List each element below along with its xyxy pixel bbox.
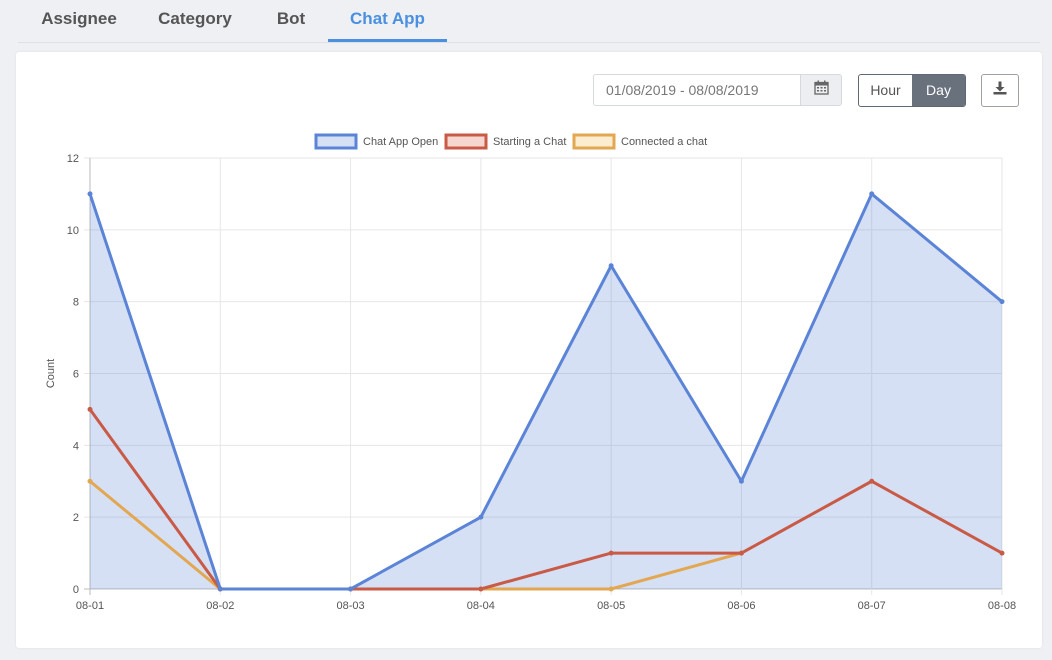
data-point	[348, 586, 354, 592]
tab-assignee[interactable]: Assignee	[28, 0, 130, 40]
data-point	[87, 406, 93, 412]
y-tick-label: 4	[73, 440, 79, 452]
data-point	[608, 586, 614, 592]
y-tick-label: 0	[73, 584, 79, 596]
data-point	[999, 299, 1005, 305]
legend-label: Chat App Open	[363, 136, 438, 148]
tab-category[interactable]: Category	[142, 0, 248, 40]
data-point	[478, 514, 484, 520]
data-point	[87, 191, 93, 197]
legend-swatch	[444, 133, 488, 150]
tab-bot[interactable]: Bot	[258, 0, 324, 40]
data-point	[869, 191, 875, 197]
x-tick-label: 08-06	[727, 600, 755, 612]
legend-label: Starting a Chat	[493, 136, 566, 148]
data-point	[608, 550, 614, 556]
y-tick-label: 8	[73, 297, 79, 309]
data-point	[738, 550, 744, 556]
data-point	[87, 478, 93, 484]
x-tick-label: 08-03	[337, 600, 365, 612]
data-point	[738, 478, 744, 484]
y-tick-label: 2	[73, 512, 79, 524]
legend-label: Connected a chat	[621, 136, 707, 148]
y-axis-label: Count	[45, 359, 57, 388]
line-chart: 0 2 4 6 8 10 12 08-01 08-02 08-03 08-04 08-05 08-06 0…	[45, 133, 1016, 612]
report-tabs: Assignee Category Bot Chat App	[18, 0, 1040, 43]
data-point	[608, 263, 614, 269]
x-tick-label: 08-02	[206, 600, 234, 612]
data-point	[478, 586, 484, 592]
x-tick-label: 08-07	[858, 600, 886, 612]
legend-swatch	[572, 133, 616, 150]
data-point	[217, 586, 223, 592]
y-tick-label: 6	[73, 369, 79, 381]
x-tick-label: 08-04	[467, 600, 495, 612]
y-tick-label: 10	[67, 225, 79, 237]
x-tick-label: 08-01	[76, 600, 104, 612]
x-tick-label: 08-05	[597, 600, 625, 612]
data-point	[999, 550, 1005, 556]
chart-card: 01/08/2019 - 08/08/2019 Hour Day 0 2 4 6…	[16, 52, 1042, 648]
x-tick-label: 08-08	[988, 600, 1016, 612]
tab-chat-app[interactable]: Chat App	[328, 0, 447, 42]
data-point	[869, 478, 875, 484]
legend-swatch	[314, 133, 358, 150]
y-tick-label: 12	[67, 153, 79, 165]
